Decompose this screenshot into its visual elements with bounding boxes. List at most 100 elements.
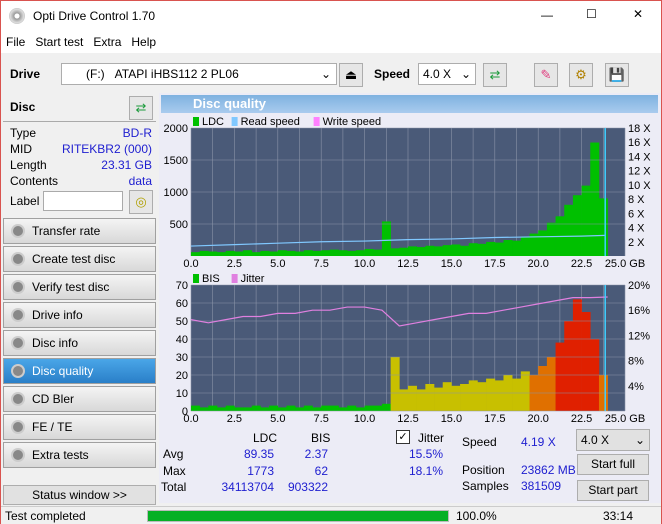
legend-swatch [231,117,238,126]
ldc-bar [191,252,200,256]
save-icon[interactable]: 💾 [605,63,629,87]
max-ldc: 1773 [247,464,274,478]
ldc-bar [355,250,365,256]
ldc-bar [269,251,279,256]
avg-bis: 2.37 [304,447,328,461]
ldc-bar [373,249,383,256]
y2-tick-label: 8 X [628,194,645,206]
settings-icon[interactable]: ⚙ [569,63,593,87]
ldc-bar [225,250,235,256]
ldc-bar [442,245,452,256]
avg-ldc: 89.35 [243,447,274,461]
y2-tick-label: 14 X [628,151,651,163]
legend-label: BIS [202,273,220,285]
total-label: Total [161,480,187,494]
sidebar-item-transfer-rate[interactable]: Transfer rate [3,218,156,244]
elapsed-time: 33:14 [603,509,634,523]
menu-start-test[interactable]: Start test [30,31,88,53]
sidebar-item-verify-test-disc[interactable]: Verify test disc [3,274,156,300]
disc-icon [11,224,25,238]
start-part-button[interactable]: Start part [577,480,649,501]
bis-bar [277,407,287,411]
contents-row: Contents data [10,174,152,188]
bis-bar [546,357,556,411]
ldc-bar [416,247,426,256]
sidebar-item-disc-info[interactable]: Disc info [3,330,156,356]
toolbar: Drive (F:) ATAPI iHBS112 2 PL06 ⌄ ⏏ Spee… [1,57,661,91]
ldc-bar [303,250,313,256]
sidebar-item-extra-tests[interactable]: Extra tests [3,442,156,468]
bis-bar [581,312,591,411]
legend-swatch [231,274,238,283]
eraser-icon[interactable]: ✎ [534,63,558,87]
panel-header: Disc quality [161,95,658,113]
max-jitter: 18.1% [408,464,443,478]
ldc-bar [503,240,513,256]
sidebar-item-disc-quality[interactable]: Disc quality [3,358,156,384]
bis-bar [199,407,209,411]
ldc-bar [260,250,270,256]
sidebar-item-create-test-disc[interactable]: Create test disc [3,246,156,272]
menu-file[interactable]: File [1,31,30,53]
disc-icon [11,280,25,294]
position-value: 23862 MB [521,463,576,477]
drive-select[interactable]: (F:) ATAPI iHBS112 2 PL06 ⌄ [61,63,337,85]
jitter-checkbox[interactable]: ✓ [396,430,410,444]
refresh-icon[interactable]: ⇄ [483,63,507,87]
avg-label: Avg [163,447,184,461]
disc-title: Disc [10,100,36,114]
x-tick-label: 0.0 [183,258,198,270]
samples-value: 381509 [521,479,562,493]
y2-tick-label: 4 X [628,223,645,235]
bis-bar [312,407,322,411]
y2-tick-label: 20% [628,280,650,292]
legend-label: Read speed [241,116,300,128]
ldc-bar [208,251,218,256]
menu-extra[interactable]: Extra [88,31,126,53]
progress-bar [147,510,449,522]
y2-tick-label: 2 X [628,237,645,249]
minimize-button[interactable]: — [541,8,553,22]
ldc-bar [546,222,556,256]
total-ldc: 34113704 [221,480,275,494]
bis-bar [269,405,279,411]
test-speed-select[interactable]: 4.0 X ⌄ [576,429,650,451]
x-tick-label: 20.0 [527,258,548,270]
sidebar-item-fe-te[interactable]: FE / TE [3,414,156,440]
status-window-button[interactable]: Status window >> [3,485,156,505]
ldc-bar [486,241,496,256]
bis-bar [408,385,417,411]
label-input[interactable] [43,191,123,211]
maximize-button[interactable]: ☐ [586,7,597,21]
eject-button[interactable]: ⏏ [339,63,363,87]
x-tick-label: 7.5 [314,258,329,270]
progress-text: 100.0% [456,509,497,523]
sidebar-item-cd-bler[interactable]: CD Bler [3,386,156,412]
menu-help[interactable]: Help [126,31,161,53]
speed-select[interactable]: 4.0 X ⌄ [418,63,476,85]
close-button[interactable]: ✕ [633,7,643,21]
ldc-bar [598,198,608,256]
ldc-bar [512,240,522,256]
bis-bar [486,378,496,411]
bis-bar [243,407,253,411]
ldc-bar [286,250,296,256]
speed-label: Speed [374,67,411,81]
bis-bar [217,407,227,411]
bis-bar [225,405,235,411]
refresh-disc-icon[interactable]: ⇄ [129,96,153,120]
jitter-label: Jitter [418,431,445,445]
legend-label: LDC [202,116,224,128]
ldc-bar [399,247,409,256]
total-bis: 903322 [287,480,328,494]
col-ldc: LDC [253,431,278,445]
y2-tick-label: 16 X [628,137,651,149]
ldc-bar [564,204,574,256]
disc-icon[interactable]: ◎ [129,190,153,214]
start-full-button[interactable]: Start full [577,454,649,475]
bis-bar [321,405,331,411]
ldc-bar [590,142,600,256]
x-tick-label: 25.0 GB [605,413,645,425]
sidebar-item-drive-info[interactable]: Drive info [3,302,156,328]
drive-letter: (F:) [86,67,105,81]
